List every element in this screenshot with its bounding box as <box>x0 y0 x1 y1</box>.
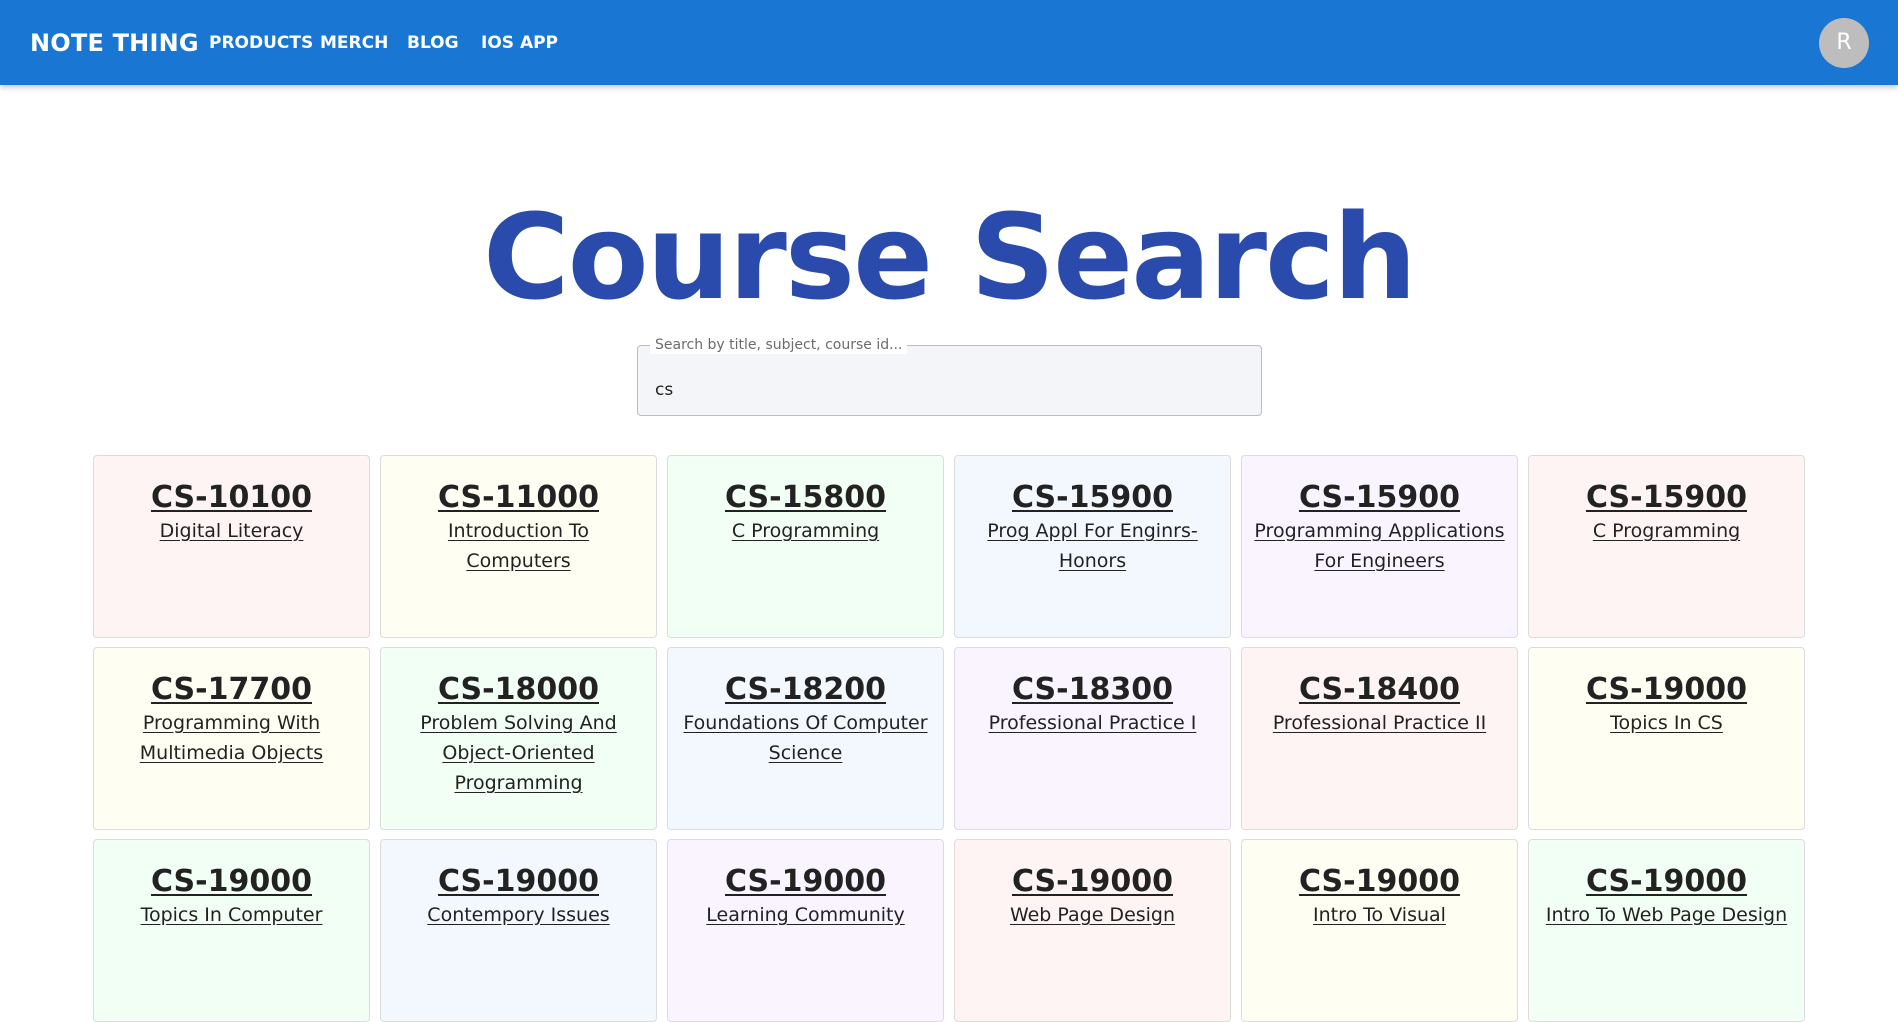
course-title-link[interactable]: Foundations Of Computer Science <box>668 708 943 768</box>
course-card[interactable]: CS-19000 Topics In Computer <box>93 839 370 1022</box>
course-id-link[interactable]: CS-19000 <box>1586 864 1747 900</box>
course-title-link[interactable]: Professional Practice II <box>1242 708 1517 738</box>
course-card[interactable]: CS-15900 C Programming <box>1528 455 1805 638</box>
course-id-link[interactable]: CS-19000 <box>1299 864 1460 900</box>
course-card[interactable]: CS-18200 Foundations Of Computer Science <box>667 647 944 830</box>
course-card[interactable]: CS-11000 Introduction To Computers <box>380 455 657 638</box>
page-title: Course Search <box>482 188 1417 326</box>
course-id-link[interactable]: CS-19000 <box>1012 864 1173 900</box>
course-card[interactable]: CS-18000 Problem Solving And Object-Orien… <box>380 647 657 830</box>
course-title-link[interactable]: Introduction To Computers <box>381 516 656 576</box>
search-field: Search by title, subject, course id... <box>637 336 1262 416</box>
course-id-link[interactable]: CS-19000 <box>1586 672 1747 708</box>
course-id-link[interactable]: CS-18400 <box>1299 672 1460 708</box>
course-card[interactable]: CS-15900 Prog Appl For Enginrs-Honors <box>954 455 1231 638</box>
course-title-link[interactable]: Problem Solving And Object-Oriented Prog… <box>381 708 656 798</box>
course-id-link[interactable]: CS-11000 <box>438 480 599 516</box>
course-id-link[interactable]: CS-18300 <box>1012 672 1173 708</box>
brand-logo-link[interactable]: NOTE THING <box>30 28 199 58</box>
course-title-link[interactable]: Contempory Issues <box>381 900 656 930</box>
course-id-link[interactable]: CS-17700 <box>151 672 312 708</box>
course-id-link[interactable]: CS-19000 <box>438 864 599 900</box>
course-title-link[interactable]: Learning Community <box>668 900 943 930</box>
course-grid: CS-10100 Digital Literacy CS-11000 Introduc… <box>93 455 1807 1022</box>
nav-link-blog[interactable]: BLOG <box>407 32 459 54</box>
course-title-link[interactable]: Professional Practice I <box>955 708 1230 738</box>
course-title-link[interactable]: Web Page Design <box>955 900 1230 930</box>
course-id-link[interactable]: CS-15900 <box>1299 480 1460 516</box>
course-card[interactable]: CS-15800 C Programming <box>667 455 944 638</box>
course-id-link[interactable]: CS-15900 <box>1586 480 1747 516</box>
search-input[interactable] <box>638 346 1261 415</box>
course-title-link[interactable]: Programming With Multimedia Objects <box>94 708 369 768</box>
course-id-link[interactable]: CS-15900 <box>1012 480 1173 516</box>
course-card[interactable]: CS-10100 Digital Literacy <box>93 455 370 638</box>
course-card[interactable]: CS-19000 Topics In CS <box>1528 647 1805 830</box>
course-card[interactable]: CS-19000 Intro To Visual <box>1241 839 1518 1022</box>
course-title-link[interactable]: Intro To Web Page Design <box>1529 900 1804 930</box>
course-card[interactable]: CS-18300 Professional Practice I <box>954 647 1231 830</box>
course-title-link[interactable]: C Programming <box>1529 516 1804 546</box>
course-id-link[interactable]: CS-15800 <box>725 480 886 516</box>
user-avatar[interactable]: R <box>1819 18 1869 68</box>
course-title-link[interactable]: C Programming <box>668 516 943 546</box>
top-navbar: NOTE THING PRODUCTS MERCH BLOG IOS APP R <box>0 0 1898 85</box>
course-id-link[interactable]: CS-10100 <box>151 480 312 516</box>
course-id-link[interactable]: CS-18200 <box>725 672 886 708</box>
nav-link-ios-app[interactable]: IOS APP <box>481 32 558 54</box>
course-title-link[interactable]: Topics In CS <box>1529 708 1804 738</box>
course-id-link[interactable]: CS-19000 <box>151 864 312 900</box>
course-id-link[interactable]: CS-18000 <box>438 672 599 708</box>
course-title-link[interactable]: Programming Applications For Engineers <box>1242 516 1517 576</box>
nav-link-products[interactable]: PRODUCTS <box>209 32 313 54</box>
course-card[interactable]: CS-19000 Web Page Design <box>954 839 1231 1022</box>
course-title-link[interactable]: Prog Appl For Enginrs-Honors <box>955 516 1230 576</box>
nav-link-merch[interactable]: MERCH <box>320 32 388 54</box>
course-card[interactable]: CS-19000 Intro To Web Page Design <box>1528 839 1805 1022</box>
course-title-link[interactable]: Intro To Visual <box>1242 900 1517 930</box>
course-card[interactable]: CS-15900 Programming Applications For Eng… <box>1241 455 1518 638</box>
course-title-link[interactable]: Topics In Computer <box>94 900 369 930</box>
course-id-link[interactable]: CS-19000 <box>725 864 886 900</box>
course-card[interactable]: CS-19000 Learning Community <box>667 839 944 1022</box>
course-card[interactable]: CS-18400 Professional Practice II <box>1241 647 1518 830</box>
course-card[interactable]: CS-17700 Programming With Multimedia Obje… <box>93 647 370 830</box>
course-card[interactable]: CS-19000 Contempory Issues <box>380 839 657 1022</box>
course-title-link[interactable]: Digital Literacy <box>94 516 369 546</box>
